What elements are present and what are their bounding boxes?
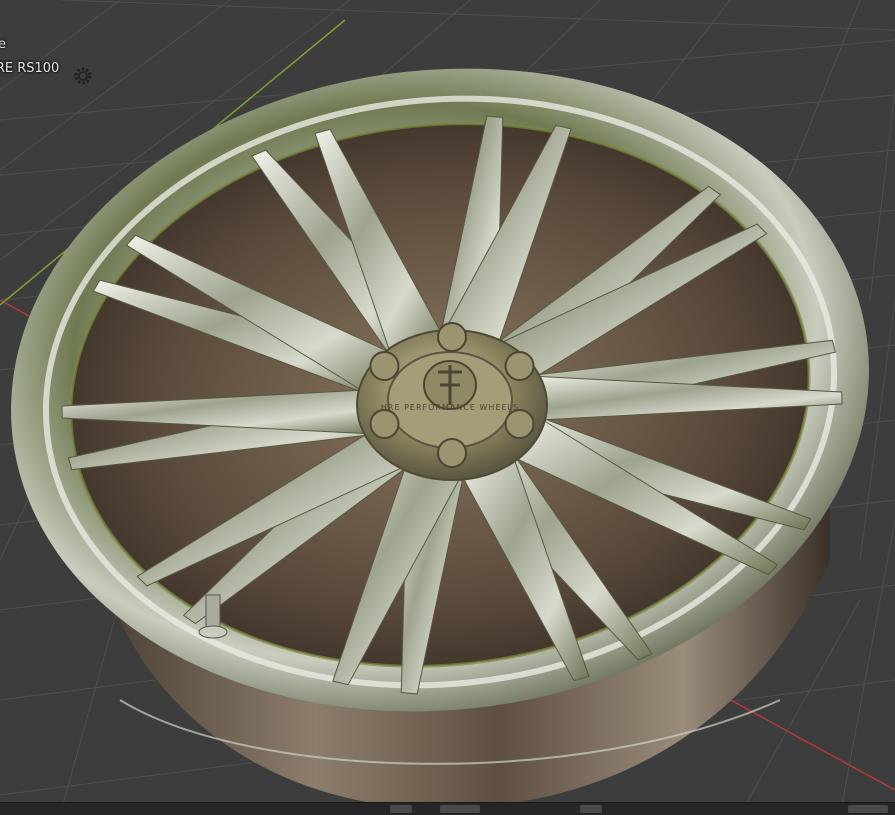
- viewport-bottom-bar: [0, 802, 895, 815]
- bottom-bar-tab[interactable]: [440, 805, 480, 813]
- lug-nut: [369, 351, 400, 381]
- lug-nut: [504, 351, 535, 381]
- gear-icon[interactable]: [71, 64, 95, 88]
- lug-nut: [369, 409, 400, 439]
- 3d-viewport[interactable]: HRE PERFORMANCE WHEELS: [0, 0, 895, 815]
- bottom-bar-tab[interactable]: [580, 805, 602, 813]
- lug-nut: [437, 438, 467, 468]
- bottom-bar-tab[interactable]: [848, 805, 888, 813]
- lug-nut: [504, 409, 535, 439]
- viewport-object-label: IRE RS100: [0, 61, 60, 76]
- lug-nut: [437, 322, 467, 352]
- hub-badge-text: HRE PERFORMANCE WHEELS: [381, 403, 519, 412]
- viewport-mode-label: e: [0, 37, 6, 52]
- bottom-bar-tab[interactable]: [390, 805, 412, 813]
